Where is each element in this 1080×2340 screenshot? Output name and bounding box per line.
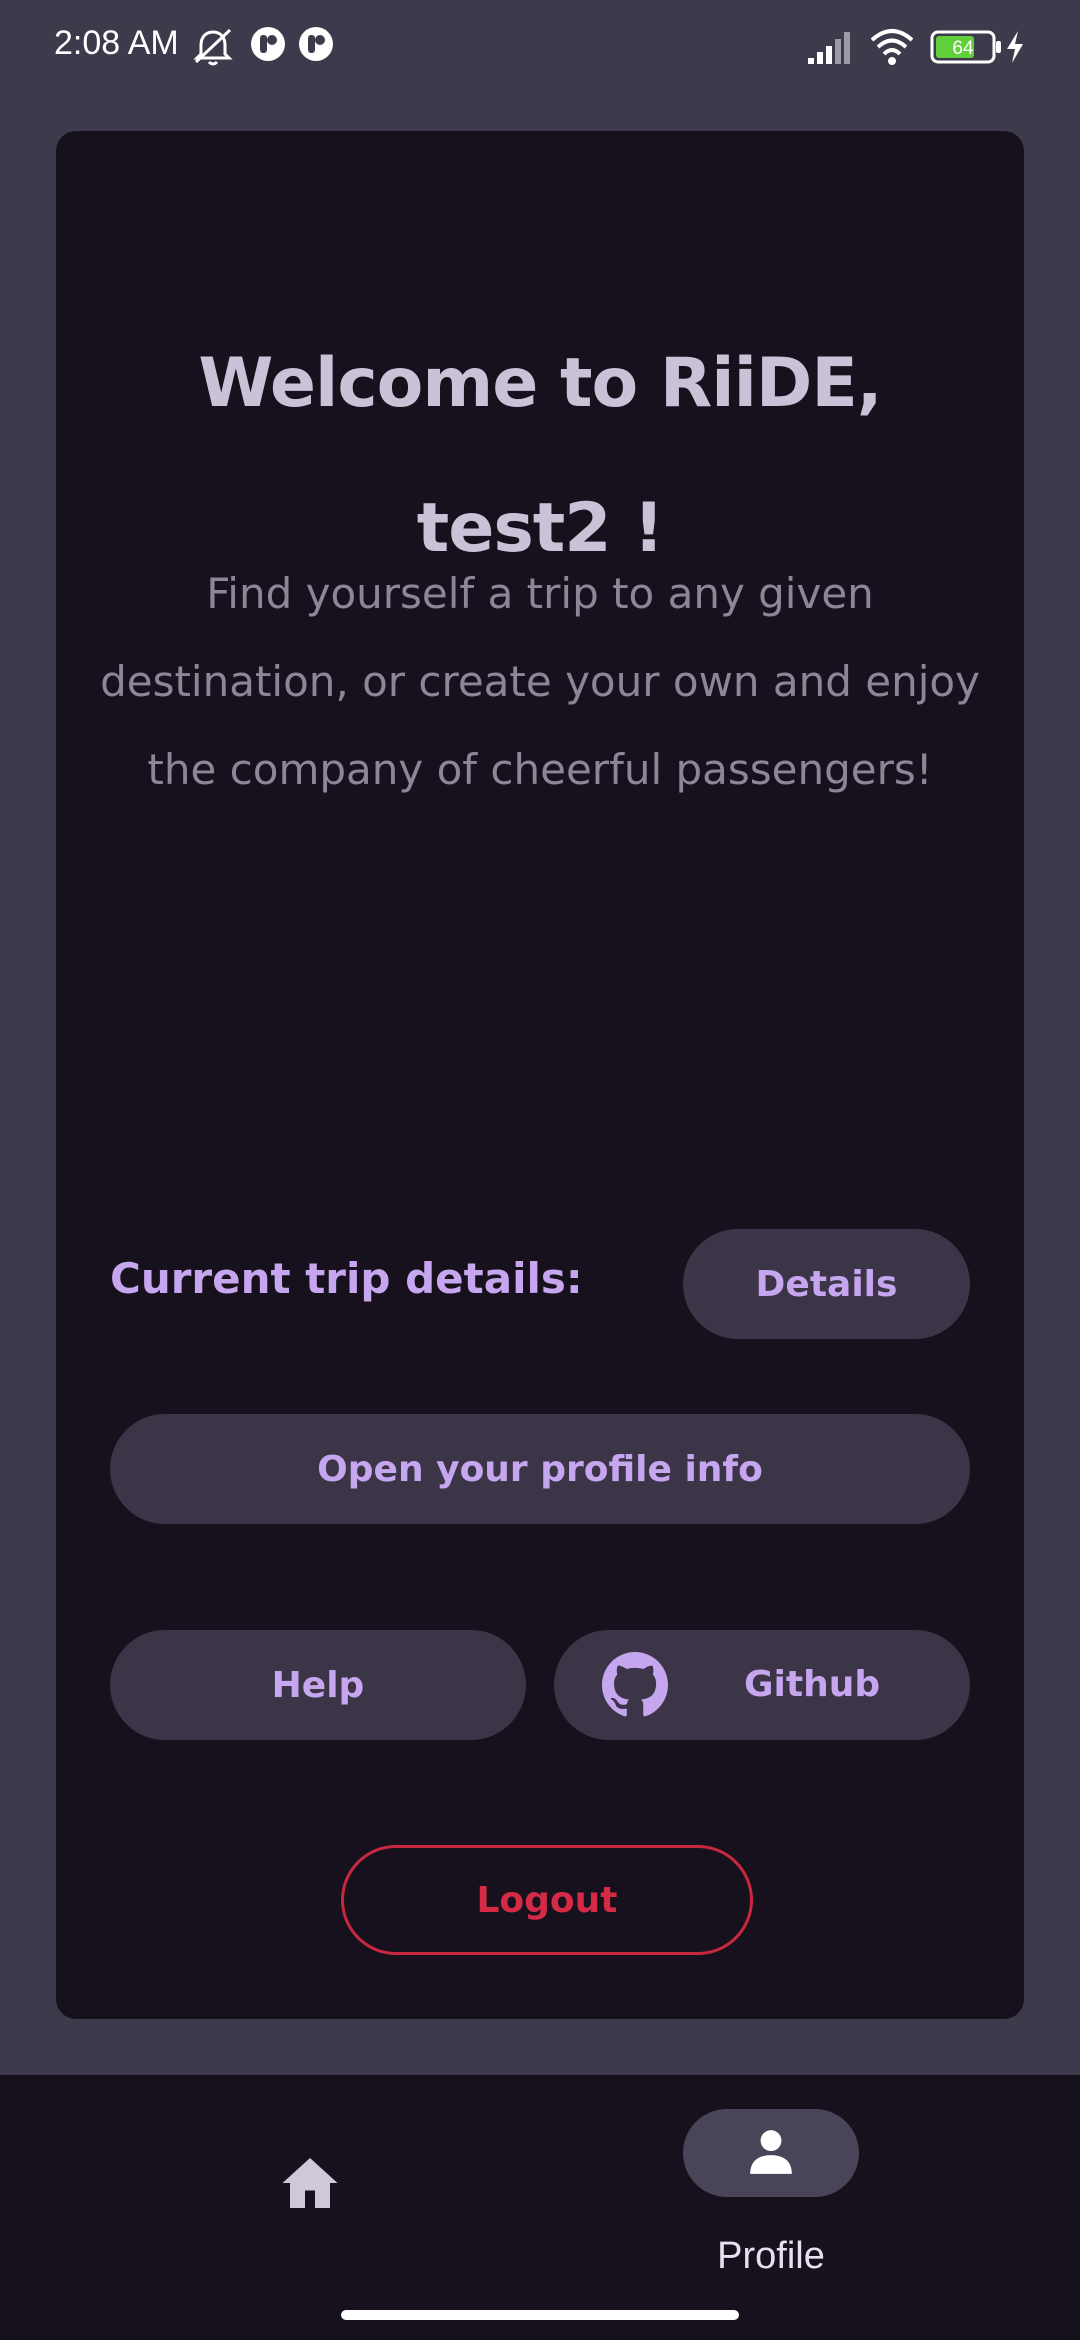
github-button[interactable]: Github	[554, 1630, 970, 1740]
github-icon	[602, 1652, 668, 1727]
github-button-label: Github	[744, 1664, 881, 1705]
status-time: 2:08 AM	[54, 24, 179, 62]
home-indicator[interactable]	[341, 2310, 739, 2320]
wifi-icon	[868, 28, 916, 70]
status-bar: 2:08 AM 64	[0, 0, 1080, 96]
mute-icon	[190, 26, 236, 72]
battery-level: 64	[952, 38, 974, 59]
app-notification-icon	[298, 26, 334, 66]
nav-item-profile[interactable]	[683, 2109, 859, 2197]
welcome-title-line1: Welcome to RiiDE,	[198, 344, 882, 423]
details-button[interactable]: Details	[683, 1229, 970, 1339]
person-icon	[746, 2126, 796, 2180]
charging-icon	[1004, 30, 1026, 68]
open-profile-button[interactable]: Open your profile info	[110, 1414, 970, 1524]
home-icon	[280, 2155, 340, 2215]
current-trip-label: Current trip details:	[110, 1254, 583, 1303]
help-button[interactable]: Help	[110, 1630, 526, 1740]
tagline-line2: destination, or create your own and enjo…	[100, 657, 980, 706]
nav-item-home[interactable]	[260, 2155, 360, 2235]
bottom-navigation: Profile	[0, 2075, 1080, 2340]
welcome-tagline: Find yourself a trip to any given destin…	[70, 550, 1010, 814]
tagline-line3: the company of cheerful passengers!	[147, 745, 933, 794]
battery-icon: 64	[930, 30, 1002, 68]
nav-item-profile-label: Profile	[717, 2235, 825, 2277]
logout-button[interactable]: Logout	[341, 1845, 753, 1955]
app-notification-icon	[250, 26, 286, 66]
tagline-line1: Find yourself a trip to any given	[206, 569, 874, 618]
signal-icon	[806, 30, 856, 70]
